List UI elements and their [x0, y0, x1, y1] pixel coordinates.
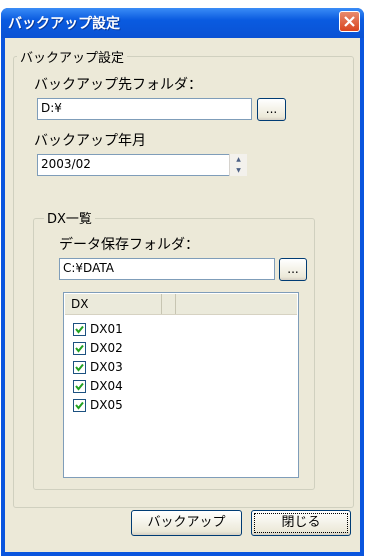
dx-item-label: DX03: [90, 360, 123, 374]
backup-button[interactable]: バックアップ: [131, 510, 242, 536]
window-title: バックアップ設定: [8, 16, 120, 32]
spinner-down-icon[interactable]: ▼: [230, 165, 247, 176]
dx-list-item[interactable]: DX02: [73, 339, 123, 357]
dialog-window: バックアップ設定 バックアップ設定 バックアップ先フォルダ： D:¥ ... バ…: [1, 8, 364, 556]
checkbox[interactable]: [73, 322, 86, 336]
backup-date-field[interactable]: 2003/02: [37, 154, 247, 176]
dx-item-label: DX01: [90, 322, 123, 336]
dx-list-item[interactable]: DX05: [73, 396, 123, 414]
spinner-up-icon[interactable]: ▲: [230, 154, 247, 165]
dx-item-label: DX02: [90, 341, 123, 355]
dx-list-item[interactable]: DX03: [73, 358, 123, 376]
checkbox[interactable]: [73, 398, 86, 412]
data-folder-field[interactable]: C:¥DATA: [59, 258, 275, 280]
data-folder-browse-button[interactable]: ...: [279, 258, 307, 281]
backup-folder-browse-button[interactable]: ...: [257, 98, 286, 121]
backup-folder-label: バックアップ先フォルダ：: [34, 77, 202, 93]
data-folder-label: データ保存フォルダ：: [59, 237, 199, 253]
dx-item-label: DX04: [90, 379, 123, 393]
dialog-client-area: バックアップ設定 バックアップ先フォルダ： D:¥ ... バックアップ年月 2…: [5, 38, 360, 552]
checkbox[interactable]: [73, 379, 86, 393]
checkbox[interactable]: [73, 360, 86, 374]
checkmark-icon: [75, 363, 84, 372]
title-bar[interactable]: バックアップ設定: [1, 8, 364, 38]
backup-date-spinner[interactable]: ▲ ▼: [229, 154, 247, 176]
dx-list-header: DX: [65, 294, 297, 315]
dx-list-item[interactable]: DX04: [73, 377, 123, 395]
dx-listview[interactable]: DX DX01 DX02 DX03 DX04 DX05: [63, 292, 299, 478]
checkmark-icon: [75, 344, 84, 353]
backup-folder-field[interactable]: D:¥: [37, 98, 252, 120]
empty-column-header[interactable]: [162, 294, 176, 314]
dx-list-item[interactable]: DX01: [73, 320, 123, 338]
checkmark-icon: [75, 325, 84, 334]
close-button[interactable]: 閉じる: [251, 510, 351, 536]
checkmark-icon: [75, 382, 84, 391]
backup-date-label: バックアップ年月: [34, 133, 146, 149]
close-icon: [344, 16, 355, 27]
dx-list-group-title: DX一覧: [44, 208, 95, 227]
dx-item-label: DX05: [90, 398, 123, 412]
dx-column-header[interactable]: DX: [65, 294, 162, 314]
checkbox[interactable]: [73, 341, 86, 355]
checkmark-icon: [75, 401, 84, 410]
backup-settings-group-title: バックアップ設定: [17, 47, 128, 66]
close-window-button[interactable]: [339, 11, 360, 32]
